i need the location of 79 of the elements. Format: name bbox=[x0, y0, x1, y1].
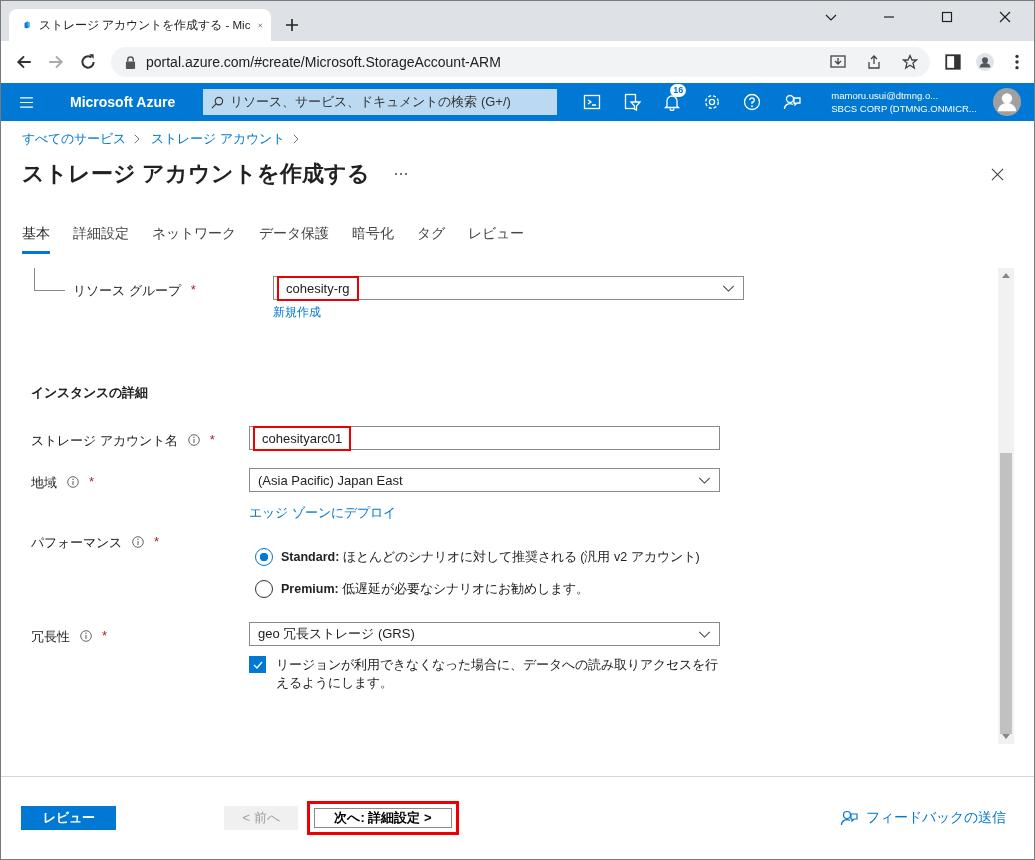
checkbox[interactable] bbox=[249, 656, 266, 673]
required-mark: * bbox=[190, 282, 196, 297]
feedback-icon[interactable] bbox=[783, 93, 802, 111]
user-email[interactable]: mamoru.usui@dtmng.o... bbox=[831, 89, 986, 102]
browser-tab[interactable]: ストレージ アカウントを作成する - Mic bbox=[9, 9, 271, 41]
radio-label: Standard: ほとんどのシナリオに対して推奨される (汎用 v2 アカウント) bbox=[281, 548, 700, 566]
field-label: パフォーマンス bbox=[31, 534, 122, 552]
feedback-link[interactable]: フィードバックの送信 bbox=[840, 809, 1006, 827]
menu-icon[interactable] bbox=[19, 96, 34, 108]
forward-icon[interactable] bbox=[47, 53, 65, 71]
maximize-icon[interactable] bbox=[941, 11, 953, 23]
next-button[interactable]: 次へ: 詳細設定 > bbox=[307, 801, 459, 835]
notification-badge: 16 bbox=[670, 84, 687, 97]
field-label: リソース グループ bbox=[73, 282, 181, 300]
tree-connector bbox=[34, 268, 65, 291]
info-icon[interactable] bbox=[187, 434, 200, 446]
tab[interactable]: 基本 bbox=[22, 225, 50, 254]
info-icon[interactable] bbox=[80, 630, 92, 642]
field-label: 地域 bbox=[31, 474, 57, 492]
tab[interactable]: 暗号化 bbox=[352, 225, 394, 254]
more-icon[interactable] bbox=[394, 172, 409, 176]
required-mark: * bbox=[209, 432, 215, 447]
search-icon bbox=[211, 95, 225, 109]
required-mark: * bbox=[89, 474, 95, 489]
back-icon[interactable] bbox=[15, 53, 33, 71]
tab[interactable]: データ保護 bbox=[259, 225, 329, 254]
section-heading: インスタンスの詳細 bbox=[31, 384, 149, 402]
info-icon[interactable] bbox=[132, 536, 144, 548]
profile-icon[interactable] bbox=[976, 53, 994, 71]
chevron-right-icon bbox=[133, 134, 140, 144]
close-icon[interactable] bbox=[999, 11, 1011, 23]
breadcrumb-link[interactable]: ストレージ アカウント bbox=[151, 130, 285, 148]
close-icon[interactable] bbox=[991, 167, 1004, 181]
chevron-down-icon bbox=[698, 630, 711, 638]
user-directory[interactable]: SBCS CORP (DTMNG.ONMICR... bbox=[831, 102, 986, 115]
install-icon[interactable] bbox=[830, 54, 846, 70]
settings-icon[interactable] bbox=[703, 93, 722, 111]
breadcrumb-link[interactable]: すべてのサービス bbox=[22, 130, 126, 148]
star-icon[interactable] bbox=[902, 54, 918, 70]
brand-name[interactable]: Microsoft Azure bbox=[70, 94, 176, 110]
address-field[interactable]: portal.azure.com/#create/Microsoft.StorageAccount-ARM bbox=[111, 47, 930, 77]
tab[interactable]: 詳細設定 bbox=[73, 225, 129, 254]
dropdown-field[interactable]: geo 冗長ストレージ (GRS) bbox=[249, 622, 720, 646]
lock-icon bbox=[125, 55, 136, 69]
radio-label: Premium: 低遅延が必要なシナリオにお勧めします。 bbox=[281, 580, 590, 598]
avatar-icon[interactable] bbox=[993, 88, 1022, 116]
tab[interactable]: ネットワーク bbox=[152, 225, 236, 254]
tab-title: ストレージ アカウントを作成する - Mic bbox=[39, 17, 251, 33]
field-label: ストレージ アカウント名 bbox=[31, 432, 178, 450]
chevron-right-icon bbox=[291, 134, 299, 144]
info-icon[interactable] bbox=[67, 476, 79, 488]
dropdown-field[interactable]: cohesity-rg bbox=[273, 276, 744, 300]
scroll-up-icon[interactable] bbox=[1002, 272, 1010, 278]
chevron-down-icon bbox=[698, 476, 711, 484]
feedback-icon bbox=[840, 809, 858, 827]
share-icon[interactable] bbox=[866, 54, 882, 70]
review-button[interactable]: レビュー bbox=[21, 806, 116, 830]
required-mark: * bbox=[154, 534, 160, 549]
reload-icon[interactable] bbox=[79, 53, 97, 71]
input-field[interactable]: cohesityarc01 bbox=[249, 426, 720, 450]
bell-icon[interactable] bbox=[663, 93, 682, 111]
field-label: 冗長性 bbox=[31, 628, 70, 646]
required-mark: * bbox=[102, 628, 108, 643]
filter-icon[interactable] bbox=[623, 93, 642, 111]
page-title: ストレージ アカウントを作成する bbox=[22, 160, 371, 188]
deploy-link[interactable]: エッジ ゾーンにデプロイ bbox=[249, 504, 396, 522]
help-icon[interactable] bbox=[743, 93, 762, 111]
search-field[interactable]: リソース、サービス、ドキュメントの検索 (G+/) bbox=[203, 89, 558, 115]
create-new-link[interactable]: 新規作成 bbox=[273, 304, 321, 321]
side-panel-icon[interactable] bbox=[944, 53, 962, 71]
terminal-icon[interactable] bbox=[583, 93, 602, 111]
dropdown-field[interactable]: (Asia Pacific) Japan East bbox=[249, 468, 720, 492]
checkbox-label: リージョンが利用できなくなった場合に、データへの読み取りアクセスを行えるようにします。 bbox=[276, 656, 719, 692]
new-tab-icon[interactable] bbox=[285, 18, 299, 32]
tab[interactable]: タグ bbox=[417, 225, 445, 254]
tab[interactable]: レビュー bbox=[468, 225, 524, 254]
scrollbar[interactable] bbox=[998, 268, 1014, 744]
chevron-down-icon bbox=[722, 284, 735, 292]
radio-button[interactable] bbox=[255, 548, 273, 566]
